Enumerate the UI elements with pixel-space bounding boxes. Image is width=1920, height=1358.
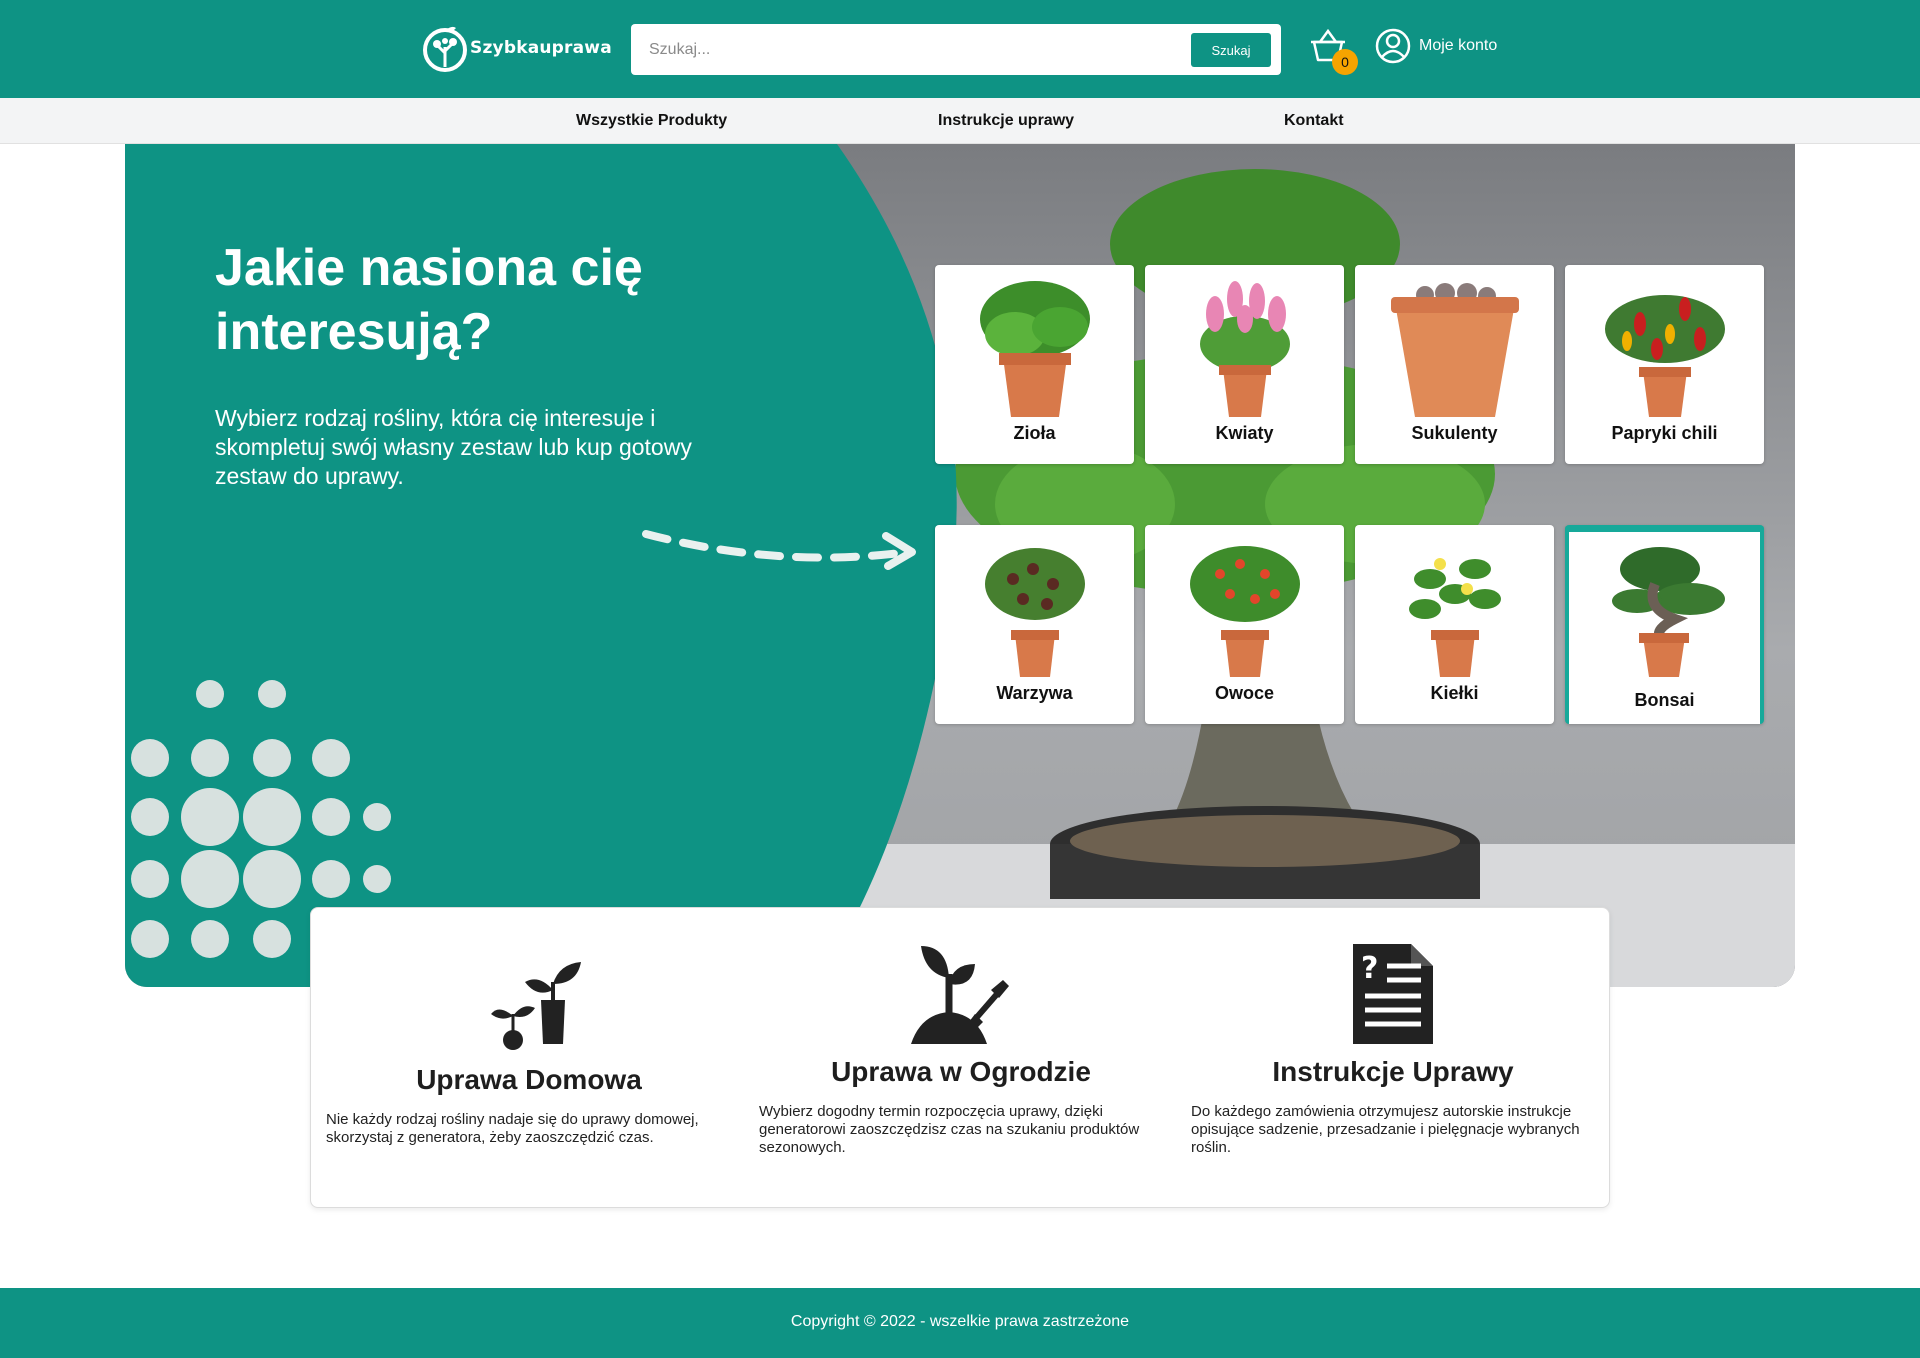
category-tile-herbs[interactable]: Zioła xyxy=(935,265,1134,464)
feature-text: Nie każdy rodzaj rośliny nadaje się do u… xyxy=(326,1111,699,1146)
category-label: Owoce xyxy=(1214,683,1275,703)
user-icon xyxy=(1375,28,1411,64)
category-tile-vegetables[interactable]: Warzywa xyxy=(935,525,1134,724)
nav-item-all-products[interactable]: Wszystkie Produkty xyxy=(576,112,727,130)
features-card: Uprawa Domowa Nie każdy rodzaj rośliny n… xyxy=(310,907,1610,1208)
feature-title: Uprawa w Ogrodzie xyxy=(831,1056,1091,1087)
feature-home-growing: Uprawa Domowa Nie każdy rodzaj rośliny n… xyxy=(319,908,739,1208)
account-link[interactable]: Moje konto xyxy=(1375,28,1497,64)
category-tile-fruits[interactable]: Owoce xyxy=(1145,525,1344,724)
category-tile-succulents[interactable]: Sukulenty xyxy=(1355,265,1554,464)
footer: Copyright © 2022 - wszelkie prawa zastrz… xyxy=(0,1288,1920,1358)
fruits-plant-icon xyxy=(1190,546,1300,677)
search-input[interactable] xyxy=(649,24,1189,75)
logo-text: Szybkauprawa xyxy=(470,38,612,58)
feature-title: Uprawa Domowa xyxy=(416,1064,642,1095)
category-tile-sprouts[interactable]: Kiełki xyxy=(1355,525,1554,724)
nav-item-contact[interactable]: Kontakt xyxy=(1284,112,1344,130)
svg-text:?: ? xyxy=(1361,951,1378,986)
feature-garden-growing: Uprawa w Ogrodzie Wybierz dogodny termin… xyxy=(751,908,1171,1208)
dashed-arrow-icon xyxy=(642,530,916,570)
search-bar: Szukaj xyxy=(631,24,1281,75)
sprouts-plant-icon xyxy=(1409,558,1501,677)
feature-title: Instrukcje Uprawy xyxy=(1272,1056,1514,1087)
account-label: Moje konto xyxy=(1419,37,1498,54)
nav-item-growing-instructions[interactable]: Instrukcje uprawy xyxy=(938,112,1074,130)
category-label: Kiełki xyxy=(1430,683,1479,703)
hero-description: Wybierz rodzaj rośliny, która cię intere… xyxy=(215,405,692,489)
chili-plant-icon xyxy=(1605,295,1725,417)
feature-text: Do każdego zamówienia otrzymujesz autors… xyxy=(1191,1103,1580,1156)
vegetables-plant-icon xyxy=(985,548,1085,677)
feature-text: Wybierz dogodny termin rozpoczęcia upraw… xyxy=(759,1103,1140,1156)
flowers-plant-icon xyxy=(1200,281,1290,417)
category-tile-flowers[interactable]: Kwiaty xyxy=(1145,265,1344,464)
herbs-plant-icon xyxy=(980,281,1090,417)
category-label: Kwiaty xyxy=(1215,423,1274,443)
cart-count-badge: 0 xyxy=(1332,49,1358,75)
bonsai-plant-icon xyxy=(1612,547,1725,677)
document-question-icon: ? xyxy=(1353,944,1433,1044)
sprout-shovel-icon xyxy=(911,946,1009,1044)
cart-button[interactable]: 0 xyxy=(1308,28,1358,76)
category-label: Sukulenty xyxy=(1411,423,1498,443)
top-header: Szybkauprawa Szukaj 0 Moje konto xyxy=(0,0,1920,98)
logo-tree-icon xyxy=(423,26,467,72)
main-nav: Wszystkie Produkty Instrukcje uprawy Kon… xyxy=(0,98,1920,144)
potted-plants-icon xyxy=(491,962,581,1050)
feature-growing-instructions: ? Instrukcje Uprawy Do każdego zamówieni… xyxy=(1183,908,1603,1208)
hero-title: Jakie nasiona cię interesują? xyxy=(215,239,643,361)
succulents-plant-icon xyxy=(1391,283,1519,417)
category-label: Bonsai xyxy=(1634,690,1695,710)
category-tile-chili-peppers[interactable]: Papryki chili xyxy=(1565,265,1764,464)
category-label: Papryki chili xyxy=(1611,423,1718,443)
logo[interactable]: Szybkauprawa xyxy=(422,23,612,73)
category-label: Zioła xyxy=(1013,423,1056,443)
category-tile-bonsai[interactable]: Bonsai xyxy=(1565,525,1764,724)
copyright-text: Copyright © 2022 - wszelkie prawa zastrz… xyxy=(790,1313,1130,1330)
search-button[interactable]: Szukaj xyxy=(1191,33,1271,67)
hero-section: Jakie nasiona cię interesują? Wybierz ro… xyxy=(125,144,1795,987)
category-label: Warzywa xyxy=(996,683,1073,703)
